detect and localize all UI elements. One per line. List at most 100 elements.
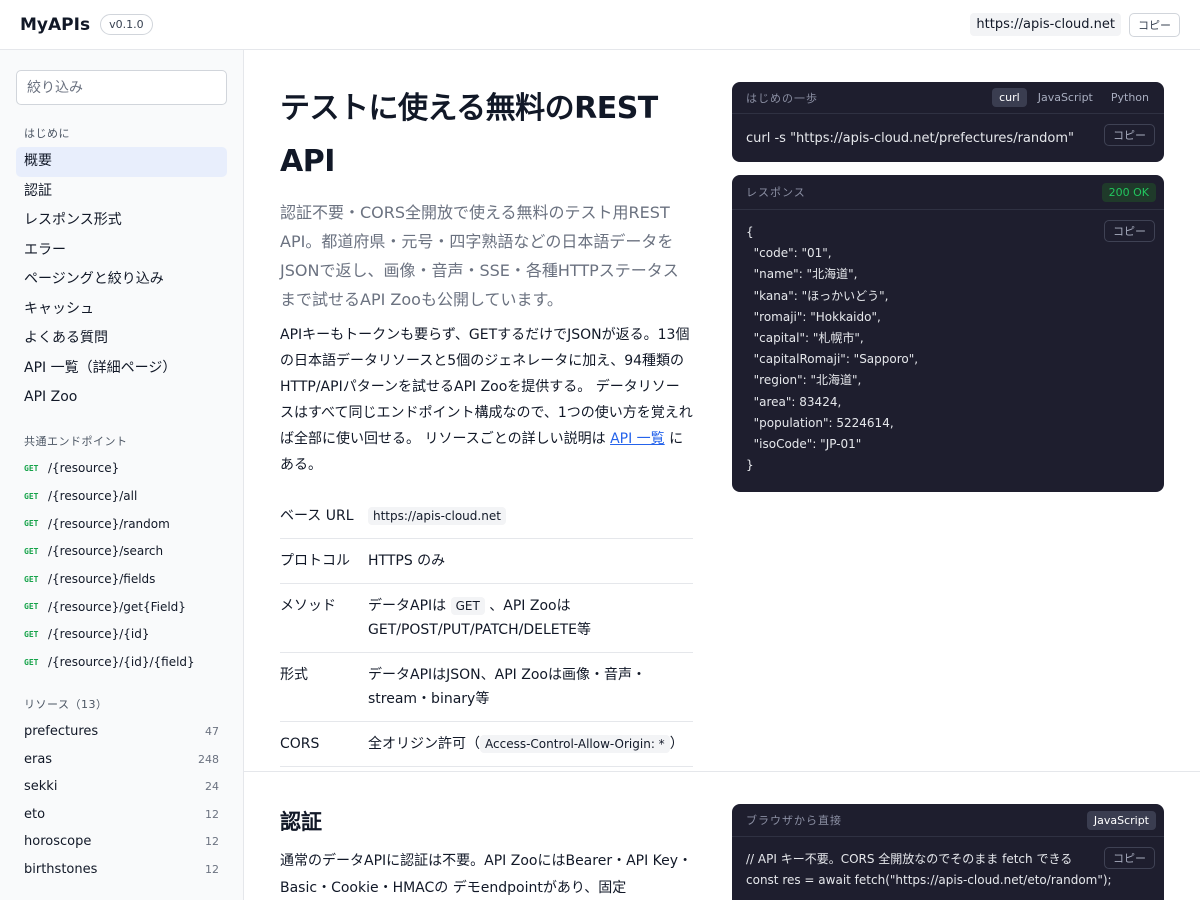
intro-nav: 概要 認証 レスポンス形式 エラー ページングと絞り込み キャッシュ よくある質…: [16, 147, 227, 413]
tab-python[interactable]: Python: [1104, 88, 1156, 107]
resource-item[interactable]: birthstones 12: [16, 856, 227, 884]
table-row: CORS 全オリジン許可（ Access-Control-Allow-Origin…: [280, 721, 693, 767]
info-value: https://apis-cloud.net: [368, 494, 693, 539]
sidebar-item-overview[interactable]: 概要: [16, 147, 227, 177]
endpoint-path: /{resource}/{id}: [48, 627, 150, 642]
resource-item[interactable]: horoscope 12: [16, 828, 227, 856]
sidebar-item-api-list[interactable]: API 一覧（詳細ページ）: [16, 354, 227, 384]
http-method-badge: GET: [24, 491, 39, 501]
panel-header: ブラウザから直接 JavaScript: [732, 804, 1164, 837]
panel-title: はじめの一歩: [746, 91, 818, 105]
auth-paragraph: 通常のデータAPIに認証は不要。API ZooにはBearer・API Key・…: [280, 853, 693, 896]
api-list-link[interactable]: API 一覧: [610, 431, 665, 447]
endpoint-item[interactable]: GET /{resource}/fields: [16, 565, 227, 593]
resource-item[interactable]: sekki 24: [16, 773, 227, 801]
resource-count: 248: [198, 752, 219, 766]
getting-started-panel: はじめの一歩 curl JavaScript Python curl -s "h…: [732, 82, 1164, 162]
resource-item[interactable]: eras 248: [16, 746, 227, 774]
sidebar-item-response-format[interactable]: レスポンス形式: [16, 206, 227, 236]
resource-name: prefectures: [24, 724, 99, 740]
endpoint-path: /{resource}/all: [48, 489, 138, 504]
curl-code: curl -s "https://apis-cloud.net/prefectu…: [746, 131, 1074, 146]
endpoint-item[interactable]: GET /{resource}/random: [16, 510, 227, 538]
resource-count: 24: [205, 780, 219, 794]
panel-body: curl -s "https://apis-cloud.net/prefectu…: [732, 114, 1164, 161]
tab-javascript[interactable]: JavaScript: [1086, 810, 1156, 830]
browser-panel: ブラウザから直接 JavaScript // API キー不要。CORS 全開放…: [732, 804, 1164, 900]
resource-name: horoscope: [24, 834, 92, 850]
language-tabs: JavaScript: [1086, 810, 1156, 830]
resource-item[interactable]: prefectures 47: [16, 718, 227, 746]
resource-item[interactable]: eto 12: [16, 801, 227, 829]
page-title: テストに使える無料のREST API: [280, 82, 693, 188]
http-method-badge: GET: [24, 602, 39, 612]
sidebar-item-errors[interactable]: エラー: [16, 236, 227, 266]
resource-name: eto: [24, 806, 46, 822]
endpoint-item[interactable]: GET /{resource}/{id}/{field}: [16, 648, 227, 676]
panel-body: { "code": "01", "name": "北海道", "kana": "…: [732, 210, 1164, 488]
sidebar-item-cache[interactable]: キャッシュ: [16, 295, 227, 325]
tab-curl[interactable]: curl: [992, 88, 1027, 107]
panel-header: レスポンス 200 OK: [732, 175, 1164, 210]
copy-browser-code-button[interactable]: コピー: [1104, 847, 1155, 869]
resource-count: 12: [205, 807, 219, 821]
lead-text: 認証不要・CORS全開放で使える無料のテスト用REST API。都道府県・元号・…: [280, 203, 679, 309]
method-code: GET: [450, 597, 485, 615]
intro-text: APIキーもトークンも要らず、GETするだけでJSONが返る。13個の日本語デー…: [280, 327, 693, 447]
resource-count: 47: [205, 725, 219, 739]
top-bar: MyAPIs v0.1.0 https://apis-cloud.net コピー: [0, 0, 1200, 50]
sidebar-item-faq[interactable]: よくある質問: [16, 324, 227, 354]
info-value: HTTPS のみ: [368, 538, 693, 584]
section-divider: [244, 771, 1200, 772]
page-title-line-2: API: [280, 144, 335, 179]
endpoint-item[interactable]: GET /{resource}/all: [16, 482, 227, 510]
cors-text-end: ）: [669, 736, 684, 752]
brand-logo[interactable]: MyAPIs: [20, 15, 90, 35]
overview-section: テストに使える無料のREST API 認証不要・CORS全開放で使える無料のテス…: [280, 82, 693, 767]
panel-title: レスポンス: [746, 186, 806, 199]
http-method-badge: GET: [24, 657, 39, 667]
copy-response-button[interactable]: コピー: [1104, 220, 1155, 242]
auth-section-title: 認証: [280, 810, 322, 834]
table-row: プロトコル HTTPS のみ: [280, 538, 693, 584]
sidebar-heading-resources: リソース（13）: [24, 698, 108, 711]
endpoint-path: /{resource}/fields: [48, 572, 156, 587]
info-table: ベース URL https://apis-cloud.net プロトコル HTT…: [280, 494, 693, 767]
cors-text: 全オリジン許可（: [368, 736, 480, 752]
sidebar-heading-intro: はじめに: [24, 127, 70, 140]
resource-name: eras: [24, 751, 53, 767]
info-value: 全オリジン許可（ Access-Control-Allow-Origin: *）: [368, 721, 693, 767]
endpoint-item[interactable]: GET /{resource}/{id}: [16, 621, 227, 649]
http-method-badge: GET: [24, 463, 39, 473]
base-url-area: https://apis-cloud.net コピー: [970, 12, 1180, 37]
endpoint-path: /{resource}/search: [48, 544, 164, 559]
endpoint-item[interactable]: GET /{resource}: [16, 455, 227, 483]
sidebar-item-auth[interactable]: 認証: [16, 177, 227, 207]
panel-title: ブラウザから直接: [746, 814, 842, 827]
http-method-badge: GET: [24, 546, 39, 556]
endpoint-item[interactable]: GET /{resource}/get{Field}: [16, 593, 227, 621]
resource-nav: prefectures 47 eras 248 sekki 24 eto 12 horo…: [16, 718, 227, 883]
http-method-badge: GET: [24, 629, 39, 639]
intro-paragraph: APIキーもトークンも要らず、GETするだけでJSONが返る。13個の日本語デー…: [280, 322, 693, 478]
base-url-code: https://apis-cloud.net: [368, 507, 506, 525]
copy-code-button[interactable]: コピー: [1104, 124, 1155, 146]
tab-javascript[interactable]: JavaScript: [1031, 88, 1100, 107]
sidebar-item-paging[interactable]: ページングと絞り込み: [16, 265, 227, 295]
endpoint-nav: GET /{resource} GET /{resource}/all GET /{r…: [16, 455, 227, 677]
copy-base-url-button[interactable]: コピー: [1129, 12, 1180, 37]
endpoint-item[interactable]: GET /{resource}/search: [16, 538, 227, 566]
cors-code: Access-Control-Allow-Origin: *: [480, 735, 670, 753]
http-method-badge: GET: [24, 519, 39, 529]
method-text: データAPIは: [368, 598, 451, 614]
endpoint-path: /{resource}/get{Field}: [48, 599, 186, 614]
info-value: データAPIはJSON、API Zooは画像・音声・stream・binary等: [368, 652, 693, 722]
endpoint-path: /{resource}/{id}/{field}: [48, 655, 195, 670]
sidebar-item-api-zoo[interactable]: API Zoo: [16, 383, 227, 413]
info-key: プロトコル: [280, 538, 368, 584]
filter-input[interactable]: [16, 70, 227, 105]
table-row: ベース URL https://apis-cloud.net: [280, 494, 693, 539]
sidebar: はじめに 概要 認証 レスポンス形式 エラー ページングと絞り込み キャッシュ …: [0, 50, 244, 900]
endpoint-path: /{resource}: [48, 461, 120, 476]
endpoint-path: /{resource}/random: [48, 516, 170, 531]
